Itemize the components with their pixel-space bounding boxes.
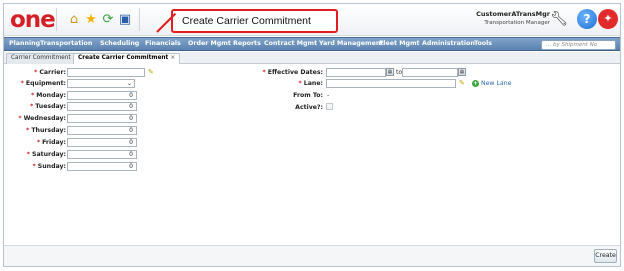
thursday-label: * Thursday:: [26, 127, 66, 134]
tab-bar: Carrier Commitment× Create Carrier Commi…: [4, 52, 620, 64]
close-icon[interactable]: ×: [170, 55, 175, 61]
nav-order-mgmt[interactable]: Order Mgmt: [188, 40, 231, 47]
nav-contract-mgmt[interactable]: Contract Mgmt: [264, 40, 317, 47]
favorites-star-icon[interactable]: ★: [83, 11, 99, 27]
equipment-select[interactable]: ⌄: [67, 79, 135, 88]
tab-label: Carrier Commitment: [11, 55, 71, 61]
app-logo[interactable]: one: [10, 7, 56, 33]
tuesday-input[interactable]: 0: [67, 102, 137, 111]
chevron-down-icon: ⌄: [126, 80, 132, 87]
new-lane-link[interactable]: + New Lane: [472, 80, 511, 87]
tab-create-carrier-commitment[interactable]: Create Carrier Commitment ×: [73, 53, 181, 64]
nav-planning[interactable]: Planning: [9, 40, 40, 47]
from-to-value: -: [327, 92, 330, 99]
nav-tools[interactable]: Tools: [474, 40, 492, 47]
user-info[interactable]: CustomerATransMgr Transportation Manager: [476, 10, 550, 28]
active-checkbox[interactable]: [326, 103, 333, 110]
friday-label: * Friday:: [36, 139, 66, 146]
nav-fleet-mgmt[interactable]: Fleet Mgmt: [379, 40, 420, 47]
nav-transportation[interactable]: Transportation: [40, 40, 92, 47]
tab-label: Create Carrier Commitment: [78, 55, 169, 61]
sunday-label: * Sunday:: [32, 163, 66, 170]
wednesday-input[interactable]: 0: [67, 114, 137, 123]
create-button[interactable]: Create: [594, 249, 617, 263]
thursday-input[interactable]: 0: [67, 126, 137, 135]
home-icon[interactable]: ⌂: [66, 11, 82, 27]
from-to-label: From To:: [293, 92, 323, 99]
equipment-label: * Equipment:: [20, 80, 66, 87]
carrier-lookup-icon[interactable]: ✎: [148, 68, 157, 76]
sunday-input[interactable]: 0: [67, 162, 137, 171]
lane-label: * Lane:: [298, 80, 323, 87]
annotation-callout: Create Carrier Commitment screen: [171, 9, 338, 47]
lane-input[interactable]: [326, 79, 456, 88]
saturday-label: * Saturday:: [26, 151, 66, 158]
wednesday-label: * Wednesday:: [18, 115, 66, 122]
nav-scheduling[interactable]: Scheduling: [100, 40, 139, 47]
tuesday-label: * Tuesday:: [30, 103, 66, 110]
main-nav: Planning Transportation Scheduling Finan…: [4, 37, 620, 51]
plus-icon: +: [472, 80, 479, 87]
refresh-icon[interactable]: ⟳: [100, 11, 116, 27]
header-divider: [139, 8, 140, 31]
lane-lookup-icon[interactable]: ✎: [459, 79, 468, 87]
user-role: Transportation Manager: [484, 20, 550, 26]
calendar-icon[interactable]: ▦: [386, 68, 394, 76]
header-divider: [56, 8, 57, 31]
nav-reports[interactable]: Reports: [233, 40, 261, 47]
create-commitment-form: * Carrier: ✎ * Equipment: ⌄ * Monday: 0 * Tu…: [4, 65, 620, 245]
carrier-label: * Carrier:: [34, 69, 66, 76]
user-name: CustomerATransMgr: [476, 10, 550, 18]
tab-carrier-commitment[interactable]: Carrier Commitment×: [6, 53, 83, 64]
shipment-search-input[interactable]: ... by Shipment No: [541, 40, 616, 50]
nav-administration[interactable]: Administration: [422, 40, 475, 47]
form-footer: Create: [4, 245, 620, 266]
active-label: Active?:: [295, 104, 323, 111]
flag-icon[interactable]: ✦: [598, 9, 618, 29]
app-window: one ⌂ ★ ⟳ ▣ CustomerATransMgr Transporta…: [3, 3, 621, 267]
monday-label: * Monday:: [31, 92, 66, 99]
wrench-icon[interactable]: 🔧︎: [550, 11, 568, 27]
reports-icon[interactable]: ▣: [117, 11, 133, 27]
effective-start-date-input[interactable]: [326, 68, 386, 77]
carrier-input[interactable]: [67, 68, 145, 77]
nav-yard-management[interactable]: Yard Management: [319, 40, 383, 47]
friday-input[interactable]: 0: [67, 138, 137, 147]
effective-end-date-input[interactable]: [402, 68, 458, 77]
effective-dates-label: * Effective Dates:: [262, 69, 323, 76]
monday-input[interactable]: 0: [67, 91, 137, 100]
nav-financials[interactable]: Financials: [145, 40, 181, 47]
calendar-icon[interactable]: ▦: [458, 68, 466, 76]
help-icon[interactable]: ?: [577, 9, 597, 29]
saturday-input[interactable]: 0: [67, 150, 137, 159]
